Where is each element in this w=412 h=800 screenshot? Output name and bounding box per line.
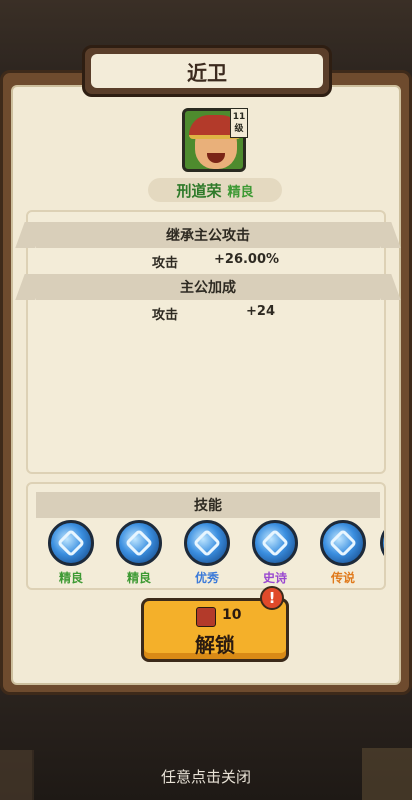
skill-icon[interactable] [320,520,366,566]
skills-box: 技能 精良 精良 优秀 史诗 传说 [26,482,386,590]
skill-quality-label: 优秀 [194,571,219,585]
skill-icon[interactable] [48,520,94,566]
skill-icon-partial[interactable] [380,520,384,566]
close-hint[interactable]: 任意点击关闭 [0,766,412,787]
level-badge: 11 级 [230,108,248,138]
unlock-label: 解锁 [195,633,235,657]
section-header-bonus: 主公加成 [36,274,380,300]
skill-icon[interactable] [184,520,230,566]
stat-label: 攻击 [152,256,179,271]
section-header-skills: 技能 [36,492,380,518]
hero-token-icon [196,607,216,627]
title-plate: 近卫 [82,45,332,97]
hero-name-plate: 刑道荣 精良 [148,178,282,202]
unlock-cost: 10 [222,607,242,623]
stat-label: 攻击 [152,308,179,323]
page-title: 近卫 [187,60,227,85]
level-number: 11 [232,112,246,122]
skill-icon[interactable] [252,520,298,566]
stat-value: +24 [246,304,275,319]
skill-quality-label: 传说 [330,571,355,585]
level-suffix: 级 [234,124,244,134]
stat-value: +26.00% [214,252,280,267]
skill-quality-label: 精良 [126,571,151,585]
skill-quality-label: 精良 [58,571,83,585]
section-header-inherit: 继承主公攻击 [36,222,380,248]
skill-icon[interactable] [116,520,162,566]
skill-quality-label: 史诗 [262,571,287,585]
stats-box: 继承主公攻击 攻击 +26.00% 主公加成 攻击 +24 [15,210,401,474]
hero-name: 刑道荣 [176,181,222,200]
alert-icon: ! [260,586,284,610]
hero-quality: 精良 [227,184,254,200]
